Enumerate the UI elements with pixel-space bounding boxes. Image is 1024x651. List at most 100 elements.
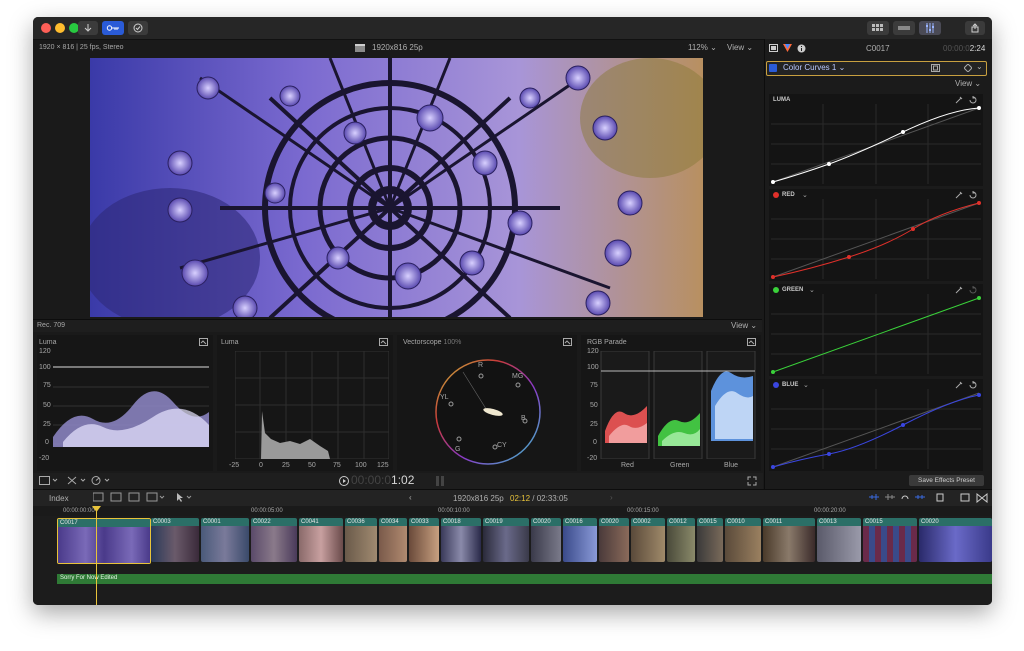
clip-thumbnails: [919, 526, 992, 562]
scope-settings-icon[interactable]: [563, 338, 572, 346]
fullscreen-icon[interactable]: [747, 476, 757, 486]
clip[interactable]: C0020: [599, 518, 629, 562]
parade-tick: 75: [590, 382, 598, 389]
curve-menu-chevron[interactable]: ⌄: [802, 191, 808, 199]
waveform-trace: [53, 366, 209, 447]
scopes-view-menu[interactable]: View ⌄: [731, 321, 757, 330]
clip[interactable]: C0010: [725, 518, 761, 562]
close-window-button[interactable]: [41, 23, 51, 33]
viewer-layout-icon[interactable]: [39, 476, 59, 485]
clip-label: C0019: [483, 518, 529, 526]
playhead[interactable]: [96, 507, 97, 605]
clip[interactable]: C0015: [697, 518, 723, 562]
luma-curve-graph[interactable]: [771, 104, 981, 184]
scope-settings-icon[interactable]: [379, 338, 388, 346]
speed-icon[interactable]: [91, 476, 111, 485]
clip[interactable]: C0019: [483, 518, 529, 562]
vectorscope-title-row: Vectorscope 100%: [403, 339, 461, 346]
timecode-value: 1:02: [391, 473, 415, 487]
wf-tick: 0: [45, 439, 49, 446]
clip[interactable]: C0001: [201, 518, 249, 562]
edit-mode-buttons[interactable]: [93, 492, 173, 503]
clip[interactable]: C0015: [863, 518, 917, 562]
viewer-view-menu[interactable]: View ⌄: [727, 43, 753, 52]
timeline-index-button[interactable]: Index: [49, 494, 69, 503]
clip[interactable]: C0020: [919, 518, 992, 562]
clip[interactable]: C0013: [817, 518, 861, 562]
background-tasks-button[interactable]: [128, 21, 148, 35]
viewer-canvas[interactable]: [90, 58, 703, 317]
effect-enable-checkbox[interactable]: [769, 64, 777, 72]
clip-thumbnails: [409, 526, 439, 562]
effect-name-menu[interactable]: Color Curves 1 ⌄: [783, 63, 845, 72]
clip[interactable]: C0016: [563, 518, 597, 562]
clip[interactable]: C0003: [151, 518, 199, 562]
color-inspector-icon[interactable]: [783, 44, 792, 52]
playhead-handle[interactable]: [92, 506, 101, 512]
save-effects-preset-button[interactable]: Save Effects Preset: [909, 475, 984, 486]
mask-icon[interactable]: [931, 64, 940, 72]
inspector-view-menu[interactable]: View ⌄: [955, 79, 981, 88]
clip[interactable]: C0022: [251, 518, 297, 562]
clip[interactable]: C0012: [667, 518, 695, 562]
timeline-tools[interactable]: [869, 492, 989, 503]
curve-menu-chevron[interactable]: ⌄: [809, 286, 815, 294]
clip[interactable]: C0041: [299, 518, 343, 562]
timeline-toggle-button[interactable]: [893, 21, 915, 35]
play-button[interactable]: [339, 476, 349, 486]
share-button[interactable]: [965, 21, 985, 35]
clip[interactable]: C0017: [57, 518, 151, 564]
clip[interactable]: C0034: [379, 518, 407, 562]
clip[interactable]: C0033: [409, 518, 439, 562]
info-inspector-icon[interactable]: [797, 44, 806, 53]
timeline-ruler[interactable]: [33, 506, 992, 516]
share-icon: [971, 23, 979, 33]
scope-settings-icon[interactable]: [747, 338, 756, 346]
green-curve-panel[interactable]: GREEN ⌄: [769, 284, 983, 376]
green-curve-graph[interactable]: [771, 294, 981, 374]
blue-curve-graph[interactable]: [771, 389, 981, 469]
eyedropper-reset-icons[interactable]: [955, 286, 979, 294]
select-tool-icon[interactable]: [175, 492, 193, 503]
eyedropper-reset-icons[interactable]: [955, 96, 979, 104]
clip[interactable]: C0018: [441, 518, 481, 562]
ruler-label: 00:00:00:00: [63, 508, 95, 514]
scopes-colorspace: Rec. 709: [37, 322, 66, 329]
zoom-level-menu[interactable]: 112% ⌄: [688, 43, 717, 52]
clip[interactable]: C0020: [531, 518, 561, 562]
keyframe-icon[interactable]: [964, 64, 972, 72]
wf-tick: 75: [43, 382, 51, 389]
transform-tool-icon[interactable]: [67, 476, 87, 485]
waveform-title: Luma: [39, 339, 57, 346]
audio-clip[interactable]: Sorry For Now Edited: [57, 574, 992, 584]
clip[interactable]: C0002: [631, 518, 665, 562]
red-curve-graph[interactable]: [771, 199, 981, 279]
vector-target-label: CY: [497, 442, 507, 449]
luma-curve-panel[interactable]: LUMA: [769, 94, 983, 186]
keyword-button[interactable]: [102, 21, 124, 35]
vector-target-label: B: [521, 415, 526, 422]
minimize-window-button[interactable]: [55, 23, 65, 33]
video-inspector-icon[interactable]: [769, 44, 778, 52]
curve-menu-chevron[interactable]: ⌄: [803, 381, 809, 389]
eyedropper-reset-icons[interactable]: [955, 381, 979, 389]
parade-tick: -20: [587, 455, 598, 462]
inspector-timecode-dim: 00:00:0: [943, 44, 970, 53]
inspector-toggle-button[interactable]: [919, 21, 941, 35]
wf-tick: -20: [39, 455, 50, 462]
eyedropper-reset-icons[interactable]: [955, 191, 979, 199]
browser-toggle-button[interactable]: [867, 21, 889, 35]
clip[interactable]: C0011: [763, 518, 815, 562]
blue-curve-panel[interactable]: BLUE ⌄: [769, 379, 983, 471]
scope-settings-icon[interactable]: [199, 338, 208, 346]
clip[interactable]: C0036: [345, 518, 377, 562]
import-button[interactable]: [78, 21, 98, 35]
clip-label: C0001: [201, 518, 249, 526]
clip-label: C0011: [763, 518, 815, 526]
playback-timecode: 00:00:01:02: [351, 473, 414, 487]
inspector-timecode-value: 2:24: [969, 44, 986, 53]
timeline-forward-button[interactable]: ›: [610, 493, 613, 502]
red-curve-panel[interactable]: RED ⌄: [769, 189, 983, 281]
timeline-back-button[interactable]: ‹: [409, 493, 412, 502]
effect-options-chevron[interactable]: ⌄: [976, 62, 983, 71]
